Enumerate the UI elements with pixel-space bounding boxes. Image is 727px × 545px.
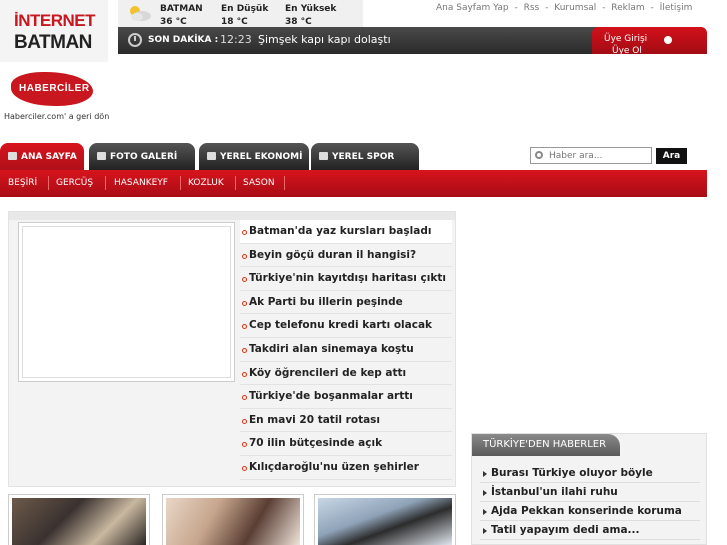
home-icon bbox=[8, 152, 17, 160]
slider-headline[interactable]: Köy öğrencileri de kep attı bbox=[240, 362, 452, 386]
district-link[interactable]: HASANKEYF bbox=[114, 178, 168, 188]
haberciler-logo-text: HABERCİLER bbox=[19, 83, 90, 94]
topnav-sep: - bbox=[650, 3, 654, 13]
thumbnail-image bbox=[318, 498, 452, 545]
topnav-rss[interactable]: Rss bbox=[524, 3, 540, 13]
topnav-contact[interactable]: İletişim bbox=[660, 3, 693, 13]
slider-headline[interactable]: Beyin göçü duran il hangisi? bbox=[240, 244, 452, 268]
weather-bar: BATMAN 36 °C En Düşük 18 °C En Yüksek 38… bbox=[118, 0, 363, 29]
slider-headline-list: Batman'da yaz kursları başladı Beyin göç… bbox=[240, 220, 452, 480]
partly-cloudy-icon bbox=[130, 6, 151, 21]
logo-line1: İNTERNET bbox=[14, 11, 96, 30]
breaking-headline[interactable]: Şimşek kapı kapı dolaştı bbox=[258, 33, 391, 46]
document-icon bbox=[207, 152, 216, 160]
slider-headline[interactable]: Kılıçdaroğlu'nu üzen şehirler bbox=[240, 456, 452, 480]
top-nav: Ana Sayfam Yap - Rss - Kurumsal - Reklam… bbox=[436, 3, 695, 13]
search-input[interactable] bbox=[549, 149, 649, 162]
tab-photo-gallery[interactable]: FOTO GALERİ bbox=[89, 143, 195, 170]
topnav-sep: - bbox=[602, 3, 606, 13]
tab-local-sports[interactable]: YEREL SPOR bbox=[311, 143, 419, 170]
turkey-news-box: TÜRKİYE'DEN HABERLER Burası Türkiye oluy… bbox=[471, 433, 707, 545]
tab-photo-gallery-label: FOTO GALERİ bbox=[110, 152, 178, 162]
turkey-news-item[interactable]: Tatil yapayım dedi ama... bbox=[480, 521, 700, 540]
news-thumbnail[interactable] bbox=[314, 494, 456, 545]
back-link[interactable]: Haberciler.com' a geri dön bbox=[4, 112, 109, 121]
turkey-news-item[interactable]: Ajda Pekkan konserinde koruma bbox=[480, 502, 700, 521]
tab-home-label: ANA SAYFA bbox=[21, 152, 77, 162]
divider bbox=[284, 176, 285, 190]
district-nav: BEŞİRİ GERCÜŞ HASANKEYF KOZLUK SASON bbox=[0, 170, 707, 197]
tab-local-economy-label: YEREL EKONOMİ bbox=[220, 152, 303, 162]
slider-headline[interactable]: Türkiye'nin kayıtdışı haritası çıktı bbox=[240, 267, 452, 291]
divider bbox=[180, 176, 181, 190]
logo-line2: BATMAN bbox=[14, 32, 92, 53]
topnav-home[interactable]: Ana Sayfam Yap bbox=[436, 3, 509, 13]
thumbnail-image bbox=[166, 498, 300, 545]
slider-image[interactable] bbox=[18, 222, 235, 382]
turkey-news-item[interactable]: İstanbul'un ilahi ruhu bbox=[480, 483, 700, 502]
slider-headline[interactable]: 70 ilin bütçesinde açık bbox=[240, 432, 452, 456]
tab-local-sports-label: YEREL SPOR bbox=[332, 152, 395, 162]
weather-low-label: En Düşük bbox=[221, 4, 269, 14]
slider-headline[interactable]: Batman'da yaz kursları başladı bbox=[240, 220, 452, 244]
camera-icon bbox=[97, 152, 106, 160]
slider-headline[interactable]: En mavi 20 tatil rotası bbox=[240, 409, 452, 433]
breaking-time: 12:23 bbox=[220, 33, 252, 46]
thumbnail-image bbox=[12, 498, 146, 545]
clock-icon bbox=[128, 33, 142, 47]
site-logo[interactable]: İNTERNET BATMAN bbox=[0, 0, 108, 62]
search-button[interactable]: Ara bbox=[656, 148, 687, 164]
topnav-sep: - bbox=[545, 3, 549, 13]
district-link[interactable]: KOZLUK bbox=[188, 178, 224, 188]
member-box: Üye Girişi Üye Ol bbox=[592, 27, 707, 54]
user-icon bbox=[664, 36, 672, 44]
login-link[interactable]: Üye Girişi bbox=[604, 34, 647, 44]
tab-local-economy[interactable]: YEREL EKONOMİ bbox=[199, 143, 309, 170]
weather-high-label: En Yüksek bbox=[285, 4, 337, 14]
slider-headline[interactable]: Türkiye'de boşanmalar arttı bbox=[240, 385, 452, 409]
slider-topbar bbox=[9, 212, 455, 220]
haberciler-logo[interactable]: HABERCİLER bbox=[11, 72, 93, 106]
divider bbox=[105, 176, 106, 190]
slider-headline[interactable]: Ak Parti bu illerin peşinde bbox=[240, 291, 452, 315]
breaking-news-bar: SON DAKİKA : 12:23 Şimşek kapı kapı dola… bbox=[118, 27, 608, 54]
turkey-news-list: Burası Türkiye oluyor böyle İstanbul'un … bbox=[480, 464, 700, 540]
document-icon bbox=[319, 152, 328, 160]
news-thumbnail[interactable] bbox=[8, 494, 150, 545]
topnav-corporate[interactable]: Kurumsal bbox=[554, 3, 596, 13]
breaking-label: SON DAKİKA : bbox=[148, 35, 219, 45]
headline-slider: Batman'da yaz kursları başladı Beyin göç… bbox=[8, 211, 456, 487]
weather-city: BATMAN bbox=[160, 4, 203, 14]
slider-headline[interactable]: Cep telefonu kredi kartı olacak bbox=[240, 314, 452, 338]
topnav-ads[interactable]: Reklam bbox=[611, 3, 644, 13]
tab-home[interactable]: ANA SAYFA bbox=[0, 143, 84, 170]
topnav-sep: - bbox=[514, 3, 518, 13]
divider bbox=[48, 176, 49, 190]
search-icon bbox=[535, 151, 543, 159]
turkey-news-item[interactable]: Burası Türkiye oluyor böyle bbox=[480, 464, 700, 483]
slider-headline[interactable]: Takdiri alan sinemaya koştu bbox=[240, 338, 452, 362]
search-box bbox=[530, 147, 652, 164]
register-link[interactable]: Üye Ol bbox=[612, 46, 642, 54]
district-link[interactable]: SASON bbox=[243, 178, 275, 188]
district-link[interactable]: BEŞİRİ bbox=[8, 178, 37, 188]
turkey-news-header: TÜRKİYE'DEN HABERLER bbox=[472, 434, 620, 456]
turkey-news-title: TÜRKİYE'DEN HABERLER bbox=[483, 439, 607, 450]
page: İNTERNET BATMAN BATMAN 36 °C En Düşük 18… bbox=[0, 0, 727, 545]
news-thumbnail[interactable] bbox=[162, 494, 304, 545]
district-link[interactable]: GERCÜŞ bbox=[56, 178, 93, 188]
divider bbox=[235, 176, 236, 190]
